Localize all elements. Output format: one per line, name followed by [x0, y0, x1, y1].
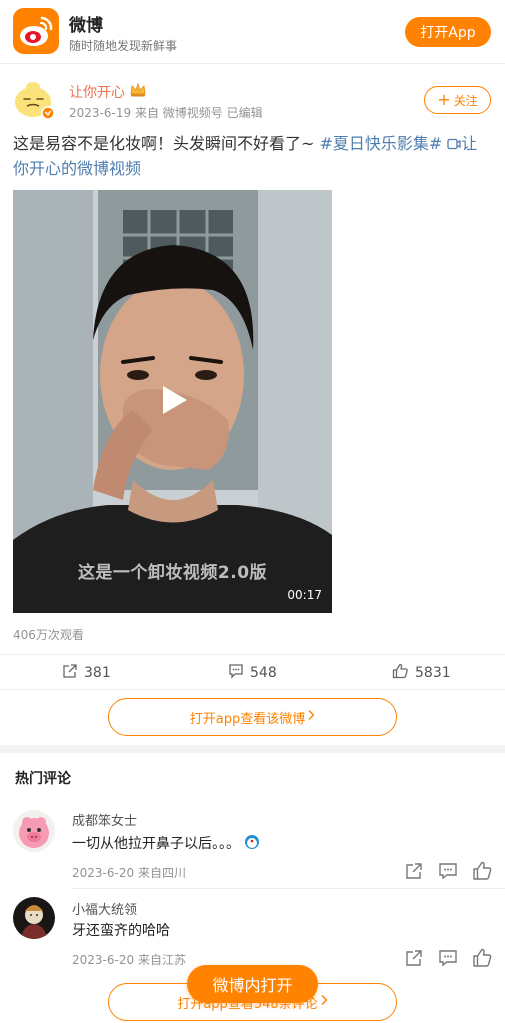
comment-location: 来自江苏: [137, 953, 186, 967]
comment-actions: [404, 861, 492, 885]
commenter-avatar[interactable]: [13, 897, 55, 939]
hot-comments-title: 热门评论: [15, 771, 71, 787]
author-name-label: 让你开心: [69, 85, 125, 101]
open-app-button[interactable]: 打开App: [405, 17, 491, 47]
follow-label: 关注: [453, 93, 478, 108]
follow-button[interactable]: + 关注: [424, 86, 491, 114]
weibo-logo-icon: [13, 8, 59, 54]
author-name[interactable]: 让你开心: [69, 82, 147, 102]
section-divider: [0, 745, 505, 753]
repost-button[interactable]: 381: [62, 663, 111, 683]
view-in-app-button[interactable]: 打开app查看该微博: [108, 698, 397, 736]
share-icon[interactable]: [404, 948, 424, 972]
post-date: 2023-6-19: [69, 106, 132, 120]
reply-icon[interactable]: [438, 861, 458, 885]
chevron-right-icon: [320, 994, 328, 1010]
video-caption: 这是一个卸妆视频2.0版: [77, 563, 268, 583]
video-player[interactable]: 这是一个卸妆视频2.0版 00:17: [13, 190, 332, 613]
comment-meta: 2023-6-20 来自江苏: [72, 951, 186, 968]
app-slogan: 随时随地发现新鲜事: [69, 39, 178, 53]
plus-icon: +: [437, 90, 451, 109]
post-text: 这是易容不是化妆啊！头发瞬间不好看了~ #夏日快乐影集# 让你开心的微博视频: [13, 131, 493, 181]
post-meta: 2023-6-19 来自 微博视频号 已编辑: [69, 104, 263, 121]
video-duration: 00:17: [287, 588, 322, 602]
like-button[interactable]: 5831: [392, 663, 451, 683]
app-name: 微博: [69, 16, 103, 36]
thumbs-up-icon[interactable]: [472, 948, 492, 972]
commenter-name[interactable]: 成都笨女士: [72, 810, 137, 829]
chevron-right-icon: [307, 709, 315, 725]
author-avatar[interactable]: [13, 78, 55, 120]
member-crown-icon: [129, 82, 147, 102]
commenter-name[interactable]: 小福大统领: [72, 899, 137, 918]
post-body: 这是易容不是化妆啊！头发瞬间不好看了~: [13, 134, 320, 153]
comment-location: 来自四川: [137, 866, 186, 880]
comment-date: 2023-6-20: [72, 953, 135, 967]
comment-count: 548: [250, 665, 277, 681]
topic-link[interactable]: #夏日快乐影集#: [320, 134, 443, 153]
comment-text-body: 一切从他拉开鼻子以后。。。: [72, 836, 240, 852]
action-bar: 381 548 5831: [0, 654, 505, 690]
view-count: 406万次观看: [13, 628, 84, 642]
video-link-icon: [447, 134, 462, 153]
comment-actions: [404, 948, 492, 972]
comment-meta: 2023-6-20 来自四川: [72, 864, 186, 881]
doraemon-emoji-icon: [244, 835, 260, 852]
comment-button[interactable]: 548: [228, 663, 277, 683]
view-in-app-label: 打开app查看该微博: [189, 711, 306, 727]
repost-icon: [62, 663, 78, 683]
comment-icon: [228, 663, 244, 683]
reply-icon[interactable]: [438, 948, 458, 972]
comment-text: 牙还蛮齐的哈哈: [72, 923, 170, 939]
like-count: 5831: [415, 665, 451, 681]
share-icon[interactable]: [404, 861, 424, 885]
commenter-avatar[interactable]: [13, 810, 55, 852]
app-banner: 微博 随时随地发现新鲜事 打开App: [0, 0, 505, 64]
open-in-weibo-button[interactable]: 微博内打开: [187, 965, 318, 1003]
comment-text: 一切从他拉开鼻子以后。。。: [72, 833, 260, 853]
comment-date: 2023-6-20: [72, 866, 135, 880]
comment-separator: [72, 888, 505, 889]
thumbs-up-icon: [392, 663, 409, 683]
repost-count: 381: [84, 665, 111, 681]
play-icon[interactable]: [155, 382, 191, 418]
thumbs-up-icon[interactable]: [472, 861, 492, 885]
post-source: 来自 微博视频号: [134, 106, 223, 120]
post-edited: 已编辑: [226, 106, 263, 120]
